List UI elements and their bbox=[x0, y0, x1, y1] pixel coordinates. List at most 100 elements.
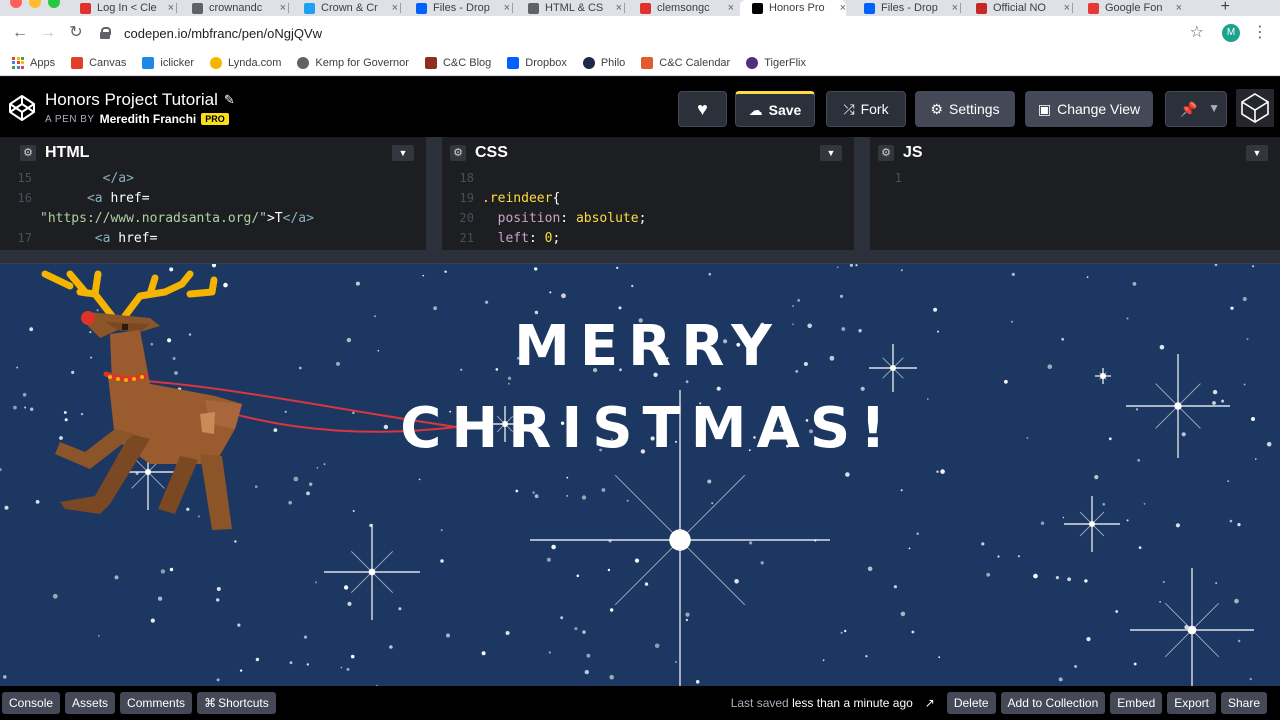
browser-tab[interactable]: Files - Drop × bbox=[404, 0, 510, 16]
bookmark-item[interactable]: C&C Calendar bbox=[641, 56, 730, 69]
star-dot bbox=[607, 568, 611, 572]
result-preview[interactable]: MERRY CHRISTMAS! bbox=[0, 264, 1280, 686]
close-tab-icon[interactable]: × bbox=[728, 2, 734, 14]
star-dot bbox=[797, 299, 801, 302]
bookmark-item[interactable]: Canvas bbox=[71, 56, 126, 69]
html-editor-chevron-down-icon[interactable]: ▼ bbox=[392, 145, 414, 161]
back-icon[interactable]: ← bbox=[8, 21, 32, 45]
bookmark-item[interactable]: iclicker bbox=[142, 56, 194, 69]
footer-export-button[interactable]: Export bbox=[1167, 692, 1216, 714]
change-view-button[interactable]: ▣ Change View bbox=[1025, 91, 1153, 127]
new-tab-icon[interactable]: + bbox=[1221, 0, 1230, 16]
js-code-area[interactable]: 1 bbox=[870, 169, 1280, 250]
footer-button-label: Embed bbox=[1117, 696, 1156, 710]
star-dot bbox=[707, 479, 712, 484]
close-tab-icon[interactable]: × bbox=[1064, 2, 1070, 14]
bookmark-item[interactable]: Apps bbox=[12, 56, 55, 69]
heart-icon: ♥ bbox=[697, 98, 708, 119]
minimize-window-icon[interactable] bbox=[29, 0, 41, 8]
pen-title[interactable]: Honors Project Tutorial ✎ bbox=[45, 90, 235, 110]
settings-button[interactable]: ⚙ Settings bbox=[915, 91, 1015, 127]
css-editor[interactable]: ⚙ CSS ▼ 18 19 .reindeer{20 position: absol… bbox=[442, 137, 854, 250]
star-dot bbox=[234, 540, 237, 543]
css-code-area[interactable]: 18 19 .reindeer{20 position: absolute; 21 l… bbox=[442, 169, 854, 250]
pen-author[interactable]: Meredith Franchi bbox=[100, 112, 197, 126]
bookmark-item[interactable]: Kemp for Governor bbox=[297, 56, 409, 69]
browser-tab[interactable]: Official NO × bbox=[964, 0, 1070, 16]
html-editor[interactable]: ⚙ HTML ▼ 15 </a> 16 <a href= "https://www.… bbox=[0, 137, 426, 250]
star-dot bbox=[1249, 677, 1252, 681]
close-tab-icon[interactable]: × bbox=[840, 2, 846, 14]
bookmark-item[interactable]: C&C Blog bbox=[424, 56, 491, 69]
footer-assets-button[interactable]: Assets bbox=[65, 692, 116, 714]
footer-share-button[interactable]: Share bbox=[1220, 692, 1267, 714]
bookmark-item[interactable]: TigerFlix bbox=[746, 56, 806, 69]
maximize-window-icon[interactable] bbox=[48, 0, 60, 8]
star-dot bbox=[1040, 521, 1045, 525]
save-button[interactable]: ☁ Save bbox=[735, 91, 815, 127]
address-bar[interactable]: codepen.io/mbfranc/pen/oNgjQVw bbox=[100, 19, 1215, 47]
star-dot bbox=[306, 663, 309, 666]
calendar-icon bbox=[641, 56, 654, 69]
star-dot bbox=[1115, 610, 1119, 613]
user-avatar[interactable] bbox=[1236, 89, 1274, 127]
fork-button[interactable]: ⤮ Fork bbox=[826, 91, 906, 127]
browser-tab[interactable]: crownandc × bbox=[180, 0, 286, 16]
close-tab-icon[interactable]: × bbox=[952, 2, 958, 14]
bookmark-star-icon[interactable]: ☆ bbox=[1190, 22, 1204, 42]
browser-tab[interactable]: Crown & Cr × bbox=[292, 0, 398, 16]
edit-pencil-icon[interactable]: ✎ bbox=[224, 92, 235, 108]
js-editor-chevron-down-icon[interactable]: ▼ bbox=[1246, 145, 1268, 161]
footer-delete-button[interactable]: Delete bbox=[946, 692, 996, 714]
pin-button[interactable]: 📌 ▼ bbox=[1165, 91, 1227, 127]
star-dot bbox=[1094, 475, 1099, 480]
browser-tab[interactable]: HTML & CS × bbox=[516, 0, 622, 16]
footer-comments-button[interactable]: Comments bbox=[120, 692, 193, 714]
html-editor-title: HTML bbox=[45, 144, 90, 161]
editor-resize-handle[interactable] bbox=[426, 137, 442, 250]
star-dot bbox=[216, 678, 220, 682]
browser-tab[interactable]: Log In < Cle × bbox=[68, 0, 174, 16]
star-dot bbox=[1162, 580, 1165, 583]
css-editor-chevron-down-icon[interactable]: ▼ bbox=[820, 145, 842, 161]
heart-button[interactable]: ♥ bbox=[678, 91, 727, 127]
footer-console-button[interactable]: Console bbox=[2, 692, 61, 714]
browser-tab[interactable]: clemsongc × bbox=[628, 0, 734, 16]
browser-tab[interactable]: Google Fon × bbox=[1076, 0, 1182, 16]
close-tab-icon[interactable]: × bbox=[392, 2, 398, 14]
browser-tab[interactable]: Files - Drop × bbox=[852, 0, 958, 16]
editor-resize-handle[interactable] bbox=[854, 137, 870, 250]
line-number: 21 bbox=[459, 231, 474, 245]
codepen-logo-icon[interactable] bbox=[8, 94, 36, 122]
browser-menu-icon[interactable]: ⋮ bbox=[1252, 22, 1268, 42]
profile-avatar[interactable]: M bbox=[1222, 24, 1240, 42]
css-settings-gear-icon[interactable]: ⚙ bbox=[450, 145, 466, 161]
close-tab-icon[interactable]: × bbox=[504, 2, 510, 14]
close-window-icon[interactable] bbox=[10, 0, 22, 8]
html-code-area[interactable]: 15 </a> 16 <a href= "https://www.noradsant… bbox=[0, 169, 426, 250]
bookmark-item[interactable]: Dropbox bbox=[507, 56, 567, 69]
bookmark-item[interactable]: Philo bbox=[582, 56, 625, 69]
js-settings-gear-icon[interactable]: ⚙ bbox=[878, 145, 894, 161]
star-dot bbox=[389, 645, 393, 649]
footer-add-to-collection-button[interactable]: Add to Collection bbox=[1000, 692, 1106, 714]
preview-resize-bar[interactable] bbox=[0, 250, 1280, 264]
tab-favicon-icon bbox=[976, 2, 987, 14]
html-settings-gear-icon[interactable]: ⚙ bbox=[20, 145, 36, 161]
close-tab-icon[interactable]: × bbox=[1176, 2, 1182, 14]
chevron-down-icon[interactable]: ▼ bbox=[1208, 101, 1220, 115]
browser-tab[interactable]: Honors Pro × bbox=[740, 0, 846, 16]
star-dot bbox=[574, 627, 578, 631]
bookmark-item[interactable]: Lynda.com bbox=[210, 56, 281, 69]
js-editor[interactable]: ⚙ JS ▼ 1 bbox=[870, 137, 1280, 250]
close-tab-icon[interactable]: × bbox=[168, 2, 174, 14]
star-dot bbox=[343, 585, 349, 590]
reload-icon[interactable]: ↻ bbox=[64, 21, 88, 45]
open-external-icon[interactable]: ↗ bbox=[921, 694, 939, 712]
star-dot bbox=[1212, 389, 1218, 395]
close-tab-icon[interactable]: × bbox=[616, 2, 622, 14]
footer-embed-button[interactable]: Embed bbox=[1110, 692, 1163, 714]
footer-shortcuts-button[interactable]: ⌘ Shortcuts bbox=[197, 692, 276, 714]
close-tab-icon[interactable]: × bbox=[280, 2, 286, 14]
forward-icon[interactable]: → bbox=[36, 21, 60, 45]
